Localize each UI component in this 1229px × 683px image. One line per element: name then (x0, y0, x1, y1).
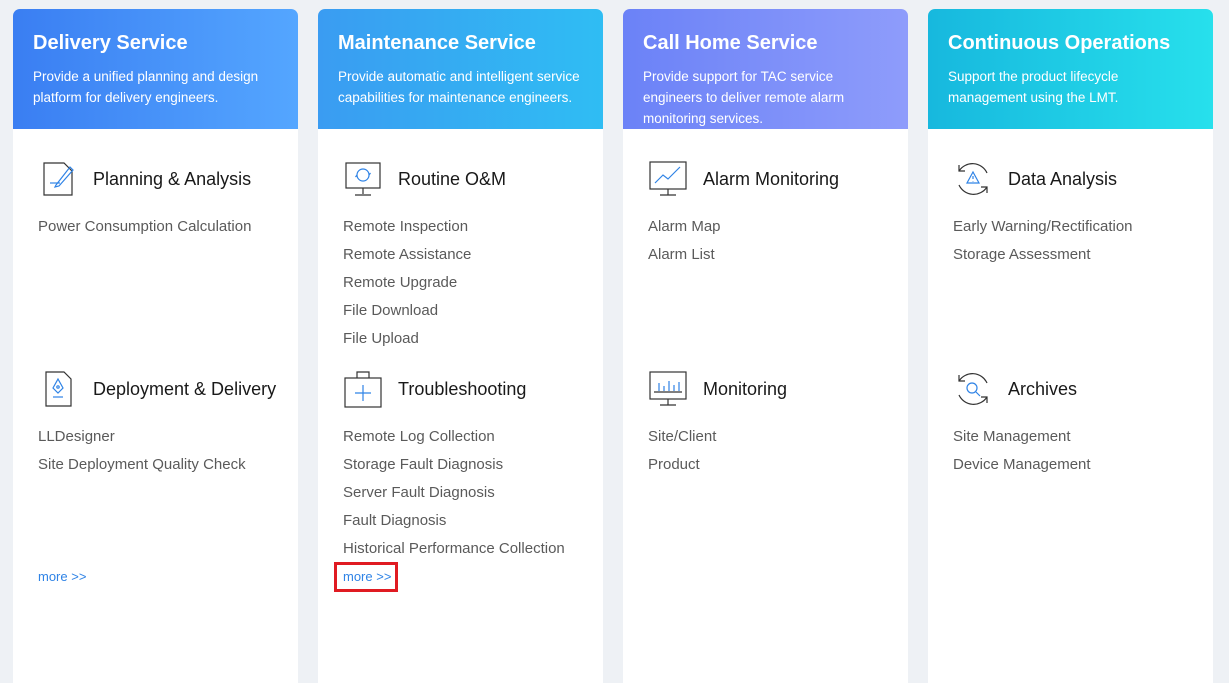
card-header: Maintenance Service Provide automatic an… (318, 9, 603, 129)
section-title: Planning & Analysis (93, 168, 252, 189)
card-description: Provide automatic and intelligent servic… (338, 69, 580, 105)
section-header: Data Analysis (953, 159, 1203, 199)
section-title: Archives (1008, 378, 1078, 399)
item-list: Alarm Map Alarm List (648, 213, 898, 269)
monitor-cycle-icon (343, 159, 383, 199)
section-routine-om: Routine O&M Remote Inspection Remote Ass… (343, 159, 593, 353)
card-description: Support the product lifecycle management… (948, 69, 1119, 105)
monitor-bar-chart-icon (648, 369, 688, 409)
card-description: Provide support for TAC service engineer… (643, 69, 845, 126)
item-list: Site/Client Product (648, 423, 898, 479)
list-item-early-warning-rectification[interactable]: Early Warning/Rectification (953, 213, 1203, 241)
section-title: Routine O&M (398, 168, 507, 189)
section-header: Monitoring (648, 369, 898, 409)
list-item-site-deployment-quality-check[interactable]: Site Deployment Quality Check (38, 451, 288, 479)
section-archives: Archives Site Management Device Manageme… (953, 369, 1203, 479)
section-title: Data Analysis (1008, 168, 1118, 189)
card-title: Call Home Service (643, 32, 818, 54)
list-item-site-management[interactable]: Site Management (953, 423, 1203, 451)
list-item-server-fault-diagnosis[interactable]: Server Fault Diagnosis (343, 479, 593, 507)
list-item-fault-diagnosis[interactable]: Fault Diagnosis (343, 507, 593, 535)
section-title: Monitoring (703, 378, 788, 399)
list-item-alarm-list[interactable]: Alarm List (648, 241, 898, 269)
highlight-box (334, 562, 398, 592)
section-troubleshooting: Troubleshooting Remote Log Collection St… (343, 369, 593, 563)
list-item-remote-upgrade[interactable]: Remote Upgrade (343, 269, 593, 297)
card-title: Continuous Operations (948, 32, 1171, 54)
list-item-lldesigner[interactable]: LLDesigner (38, 423, 288, 451)
section-title: Alarm Monitoring (703, 168, 840, 189)
list-item-historical-performance-collection[interactable]: Historical Performance Collection (343, 535, 593, 563)
card-title: Maintenance Service (338, 32, 536, 54)
section-title: Troubleshooting (398, 378, 527, 399)
list-item-power-consumption-calculation[interactable]: Power Consumption Calculation (38, 213, 288, 241)
card-maintenance-service: Maintenance Service Provide automatic an… (318, 9, 603, 683)
card-header: Call Home Service Provide support for TA… (623, 9, 908, 129)
monitor-line-chart-icon (648, 159, 688, 199)
item-list: Remote Log Collection Storage Fault Diag… (343, 423, 593, 563)
list-item-storage-fault-diagnosis[interactable]: Storage Fault Diagnosis (343, 451, 593, 479)
list-item-device-management[interactable]: Device Management (953, 451, 1203, 479)
section-header: Deployment & Delivery (38, 369, 288, 409)
section-deployment-delivery: Deployment & Delivery LLDesigner Site De… (38, 369, 288, 479)
item-list: Power Consumption Calculation (38, 213, 288, 241)
card-header: Delivery Service Provide a unified plann… (13, 9, 298, 129)
card-continuous-operations: Continuous Operations Support the produc… (928, 9, 1213, 683)
list-item-file-upload[interactable]: File Upload (343, 325, 593, 353)
list-item-alarm-map[interactable]: Alarm Map (648, 213, 898, 241)
search-cycle-icon (953, 369, 993, 409)
card-call-home-service: Call Home Service Provide support for TA… (623, 9, 908, 683)
item-list: Site Management Device Management (953, 423, 1203, 479)
item-list: Early Warning/Rectification Storage Asse… (953, 213, 1203, 269)
list-item-file-download[interactable]: File Download (343, 297, 593, 325)
list-item-storage-assessment[interactable]: Storage Assessment (953, 241, 1203, 269)
section-data-analysis: Data Analysis Early Warning/Rectificatio… (953, 159, 1203, 269)
more-link[interactable]: more >> (38, 569, 86, 584)
section-alarm-monitoring: Alarm Monitoring Alarm Map Alarm List (648, 159, 898, 269)
item-list: LLDesigner Site Deployment Quality Check (38, 423, 288, 479)
card-header: Continuous Operations Support the produc… (928, 9, 1213, 129)
card-delivery-service: Delivery Service Provide a unified plann… (13, 9, 298, 683)
warning-cycle-icon (953, 159, 993, 199)
section-header: Archives (953, 369, 1203, 409)
medical-kit-icon (343, 369, 383, 409)
section-header: Troubleshooting (343, 369, 593, 409)
list-item-remote-assistance[interactable]: Remote Assistance (343, 241, 593, 269)
card-description: Provide a unified planning and design pl… (33, 69, 259, 105)
list-item-product[interactable]: Product (648, 451, 898, 479)
section-title: Deployment & Delivery (93, 378, 277, 399)
pen-document-icon (38, 159, 78, 199)
section-header: Planning & Analysis (38, 159, 288, 199)
pen-nib-document-icon (38, 369, 78, 409)
list-item-site-client[interactable]: Site/Client (648, 423, 898, 451)
list-item-remote-inspection[interactable]: Remote Inspection (343, 213, 593, 241)
item-list: Remote Inspection Remote Assistance Remo… (343, 213, 593, 353)
card-title: Delivery Service (33, 32, 188, 54)
section-header: Alarm Monitoring (648, 159, 898, 199)
section-header: Routine O&M (343, 159, 593, 199)
section-planning-analysis: Planning & Analysis Power Consumption Ca… (38, 159, 288, 241)
list-item-remote-log-collection[interactable]: Remote Log Collection (343, 423, 593, 451)
section-monitoring: Monitoring Site/Client Product (648, 369, 898, 479)
